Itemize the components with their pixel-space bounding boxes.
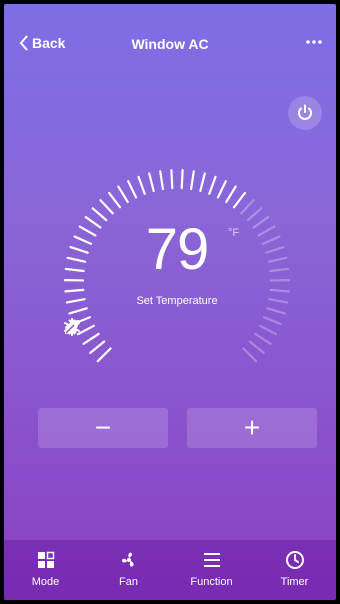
dial-tick	[127, 180, 138, 199]
power-button[interactable]	[288, 96, 322, 130]
tab-fan[interactable]: Fan	[91, 540, 166, 600]
page-title: Window AC	[131, 36, 209, 52]
dial-tick	[64, 288, 85, 293]
dial-tick	[208, 175, 217, 195]
dial-tick	[259, 324, 278, 336]
dial-tick	[91, 207, 108, 222]
dial-tick	[180, 169, 184, 190]
tab-function-label: Function	[190, 576, 233, 588]
dial-tick	[266, 307, 286, 315]
dial-tick	[68, 307, 88, 315]
plus-label: +	[243, 412, 261, 443]
dial-tick	[170, 169, 174, 190]
bottom-tab-bar: Mode Fan Function Timer	[4, 540, 336, 600]
fan-icon	[121, 552, 134, 567]
dial-tick	[199, 172, 206, 193]
dial-tick	[82, 332, 100, 345]
dial-tick	[263, 316, 282, 326]
app-screen: Back Window AC 79 °F Set Temperature − +…	[4, 4, 336, 600]
dial-tick	[254, 332, 272, 345]
dial-tick	[99, 199, 114, 215]
dial-tick	[242, 347, 258, 363]
dial-tick	[246, 207, 263, 222]
increase-temperature-button[interactable]: +	[187, 408, 317, 448]
power-icon	[298, 104, 312, 120]
dial-tick	[225, 185, 237, 204]
dial-ticks	[63, 169, 291, 363]
dial-tick	[232, 191, 247, 209]
top-nav: Back Window AC	[4, 4, 336, 84]
dial-tick	[159, 170, 165, 191]
more-icon[interactable]	[302, 32, 326, 52]
tab-function[interactable]: Function	[174, 540, 249, 600]
tab-timer[interactable]: Timer	[257, 540, 332, 600]
temperature-dial[interactable]: 79 °F Set Temperature	[62, 167, 292, 397]
tab-fan-label: Fan	[119, 576, 138, 588]
dial-tick	[248, 340, 265, 354]
mode-icon	[37, 551, 54, 568]
dial-tick	[240, 199, 255, 215]
dial-tick	[269, 288, 290, 293]
clock-icon	[285, 551, 304, 569]
menu-icon	[203, 553, 220, 567]
dial-tick	[137, 175, 146, 195]
dial-tick	[107, 191, 122, 209]
minus-label: −	[94, 412, 112, 443]
dial-tick	[117, 185, 129, 204]
temperature-value: 79	[145, 217, 210, 282]
tab-mode-label: Mode	[31, 576, 60, 588]
dial-tick	[96, 347, 112, 363]
tab-mode[interactable]: Mode	[8, 540, 83, 600]
decrease-temperature-button[interactable]: −	[38, 408, 168, 448]
dial-tick	[189, 170, 195, 191]
temperature-unit: °F	[228, 227, 240, 239]
set-temperature-label: Set Temperature	[136, 295, 218, 307]
dial-tick	[148, 172, 155, 193]
dial-tick	[216, 180, 227, 199]
leaf-icon	[65, 320, 79, 334]
dial-tick	[89, 340, 106, 354]
tab-timer-label: Timer	[280, 576, 309, 588]
